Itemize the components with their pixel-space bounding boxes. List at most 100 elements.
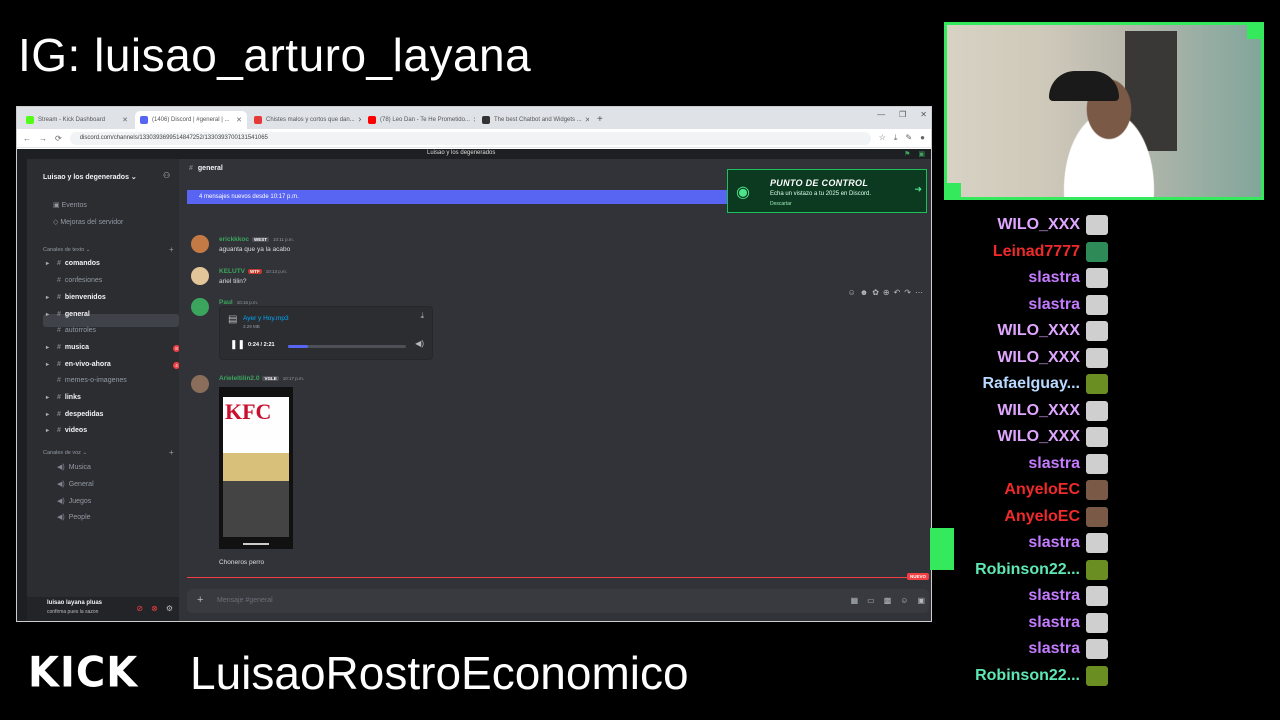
chat-username[interactable]: Rafaelguay...	[982, 375, 1080, 393]
pause-icon[interactable]: ❚❚	[230, 339, 245, 350]
avatar[interactable]	[191, 267, 209, 285]
avatar[interactable]	[191, 298, 209, 316]
tab-close-icon[interactable]: ✕	[119, 116, 128, 124]
url-field[interactable]: discord.com/channels/1330393699514847252…	[69, 131, 871, 145]
text-category[interactable]: Canales de texto ⌄	[43, 247, 90, 253]
maximize-icon[interactable]: ❐	[899, 110, 906, 119]
gear-icon[interactable]: ⚙	[166, 604, 173, 613]
chat-username[interactable]: slastra	[1028, 296, 1080, 314]
gif-icon[interactable]: ▭	[867, 596, 875, 605]
channel-autorroles[interactable]: # autorroles	[57, 327, 96, 334]
chat-username[interactable]: Robinson22...	[975, 667, 1080, 685]
new-messages-bar[interactable]: 4 mensajes nuevos desde 10:17 p.m.	[187, 190, 737, 204]
chat-username[interactable]: slastra	[1028, 269, 1080, 287]
message-composer[interactable]: + Mensaje #general ▦ ▭ ▩ ☺ ▣	[187, 589, 929, 613]
invite-icon[interactable]: ⚇	[163, 171, 170, 180]
chat-username[interactable]: WILO_XXX	[997, 349, 1080, 367]
boost-item[interactable]: ◇ Mejoras del servidor	[53, 218, 123, 226]
server-rail[interactable]	[17, 159, 27, 621]
chat-username[interactable]: slastra	[1028, 534, 1080, 552]
voice-channel-people[interactable]: ◀) People	[57, 513, 91, 521]
add-text-channel-icon[interactable]: +	[169, 245, 174, 254]
emoji-icon[interactable]: ☺	[900, 596, 908, 605]
channel-despedidas[interactable]: ▸ # despedidas	[46, 411, 103, 418]
browser-tab[interactable]: (1406) Discord | #general | ... ✕	[135, 111, 247, 129]
server-name[interactable]: Luisao y los degenerados ⌄	[43, 173, 137, 181]
browser-tab[interactable]: Stream - Kick Dashboard ✕	[21, 111, 133, 129]
more-icon[interactable]: ⋯	[915, 288, 923, 297]
back-icon[interactable]: ←	[23, 134, 31, 143]
checkpoint-promo[interactable]: ◉ PUNTO DE CONTROL Echa un vistazo a tu …	[727, 169, 927, 213]
tab-close-icon[interactable]: ✕	[582, 116, 589, 124]
minimize-icon[interactable]: —	[877, 110, 885, 119]
chat-username[interactable]: WILO_XXX	[997, 322, 1080, 340]
channel-en-vivo-ahora[interactable]: ▸ # en-vivo-ahora	[46, 361, 111, 368]
apps-icon[interactable]: ▣	[917, 596, 925, 605]
video-attachment[interactable]: KFC	[219, 387, 293, 549]
voice-channel-general[interactable]: ◀) General	[57, 480, 94, 488]
voice-channel-juegos[interactable]: ◀) Juegos	[57, 497, 91, 505]
chat-username[interactable]: slastra	[1028, 614, 1080, 632]
forward-icon[interactable]: ↷	[904, 288, 911, 297]
mute-mic-icon[interactable]: ⊘	[136, 604, 143, 613]
message-author[interactable]: Arieleltilin2.0 VGLE 10:17 p.m.	[219, 375, 304, 382]
channel-videos[interactable]: ▸ # videos	[46, 427, 87, 434]
gift-icon[interactable]: ▦	[851, 596, 859, 605]
extensions-icon[interactable]: ✎	[905, 133, 912, 143]
react-emoji-icon[interactable]: ☻	[860, 288, 868, 297]
chat-username[interactable]: WILO_XXX	[997, 216, 1080, 234]
sticker-icon[interactable]: ▩	[884, 596, 892, 605]
add-voice-channel-icon[interactable]: +	[169, 448, 174, 457]
message-author[interactable]: Paul 10:16 p.m.	[219, 299, 258, 306]
channel-comandos[interactable]: ▸ # comandos	[46, 260, 100, 267]
attach-plus-icon[interactable]: +	[197, 594, 203, 606]
chat-username[interactable]: AnyeloEC	[1004, 481, 1080, 499]
close-window-icon[interactable]: ✕	[920, 110, 927, 119]
arrow-right-icon[interactable]: ➜	[914, 184, 922, 195]
audio-progress[interactable]	[288, 345, 406, 348]
chat-username[interactable]: Robinson22...	[975, 561, 1080, 579]
inbox-icon[interactable]: ▣	[918, 150, 925, 158]
message-author[interactable]: erickkkoc WEST 10:11 p.m.	[219, 236, 294, 243]
channel-bienvenidos[interactable]: ▸ # bienvenidos	[46, 294, 106, 301]
forward-icon[interactable]: →	[39, 134, 47, 143]
video-scrubber[interactable]	[243, 543, 269, 545]
channel-musica[interactable]: ▸ # musica	[46, 344, 89, 351]
volume-icon[interactable]: ◀)	[415, 339, 424, 348]
browser-tab[interactable]: The best Chatbot and Widgets ...✕	[477, 111, 589, 129]
react-emoji-icon[interactable]: ✿	[872, 288, 879, 297]
add-reaction-icon[interactable]: ⊕	[883, 288, 890, 297]
promo-dismiss-link[interactable]: Descartar	[770, 201, 792, 207]
react-emoji-icon[interactable]: ☺	[848, 288, 856, 297]
new-tab-button[interactable]: +	[591, 111, 609, 129]
channel-confesiones[interactable]: # confesiones	[57, 277, 102, 284]
bookmark-star-icon[interactable]: ☆	[879, 133, 886, 143]
chat-username[interactable]: slastra	[1028, 587, 1080, 605]
channel-links[interactable]: ▸ # links	[46, 394, 81, 401]
browser-tab[interactable]: Chistes malos y cortos que dan...✕	[249, 111, 361, 129]
tab-close-icon[interactable]: ✕	[233, 116, 242, 124]
chat-username[interactable]: Leinad7777	[993, 243, 1080, 261]
channel-general[interactable]: ▸ # general	[46, 311, 90, 318]
user-name[interactable]: luisao layana pluas	[47, 600, 102, 606]
reply-icon[interactable]: ↶	[894, 288, 901, 297]
events-item[interactable]: ▣ Eventos	[53, 201, 87, 209]
voice-category[interactable]: Canales de voz ⌄	[43, 450, 87, 456]
composer-placeholder[interactable]: Mensaje #general	[217, 597, 273, 604]
chat-username[interactable]: slastra	[1028, 455, 1080, 473]
chat-username[interactable]: WILO_XXX	[997, 428, 1080, 446]
avatar[interactable]	[191, 375, 209, 393]
profile-icon[interactable]: ●	[920, 133, 925, 143]
download-icon[interactable]: ⤓	[894, 133, 898, 143]
audio-file-name[interactable]: Ayer y Hoy.mp3	[243, 315, 289, 322]
download-icon[interactable]: ⤓	[420, 311, 424, 321]
reload-icon[interactable]: ⟳	[55, 134, 62, 143]
chat-username[interactable]: AnyeloEC	[1004, 508, 1080, 526]
channel-memes-o-imagenes[interactable]: # memes-o-imagenes	[57, 377, 127, 384]
flag-icon[interactable]: ⚑	[904, 150, 910, 158]
tab-close-icon[interactable]: ✕	[355, 116, 361, 124]
tab-close-icon[interactable]: ✕	[470, 116, 475, 124]
voice-channel-musica[interactable]: ◀) Musica	[57, 463, 91, 471]
browser-tab[interactable]: (78) Leo Dan - Te He Prometido...✕	[363, 111, 475, 129]
avatar[interactable]	[191, 235, 209, 253]
